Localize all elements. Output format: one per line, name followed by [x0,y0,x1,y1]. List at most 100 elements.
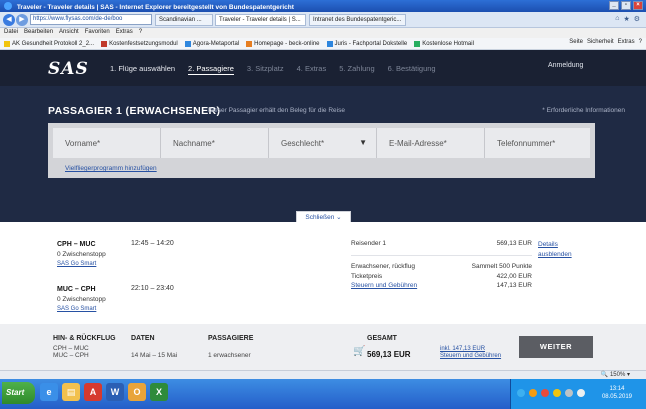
favorite-ak-gesundheit[interactable]: AK Gesundheit Protokoll 2_2... [4,40,94,47]
home-icon[interactable]: ⌂ [615,15,619,23]
flight-2-route: MUC – CPH [57,286,96,293]
favorites-bar: AK Gesundheit Protokoll 2_2... Kostenfes… [0,38,646,50]
page-icon [414,40,421,47]
page-icon [326,40,333,47]
status-bar: 🔍 150% ▾ [0,370,646,379]
explorer-taskbar-icon[interactable]: ▤ [62,383,80,401]
menu-extras[interactable]: Extras [116,29,133,37]
traveler-label: Reisender 1 [351,240,387,247]
volume-icon[interactable] [577,389,585,397]
chevron-down-icon: ⌄ [336,214,342,221]
windows-taskbar: Start e ▤ A W O X 13:14 08.05.2019 [0,379,646,409]
maximize-button[interactable]: ▫ [621,1,631,10]
menu-bearbeiten[interactable]: Bearbeiten [24,29,53,37]
summary-taxes-link[interactable]: Steuern und Gebühren [440,353,501,359]
page-icon [246,40,253,47]
network-icon[interactable] [517,389,525,397]
next-button[interactable]: WEITER [519,336,593,358]
passenger-subtitle: Dieser Passagier erhält den Beleg für di… [208,107,345,114]
menu-bar: Datei Bearbeiten Ansicht Favoriten Extra… [0,28,646,38]
traveler-amount: 569,13 EUR [496,240,532,247]
lastname-field[interactable]: Nachname* [161,128,269,158]
booking-summary: HIN- & RÜCKFLUG CPH – MUC MUC – CPH DATE… [0,324,646,370]
excel-taskbar-icon[interactable]: X [150,383,168,401]
dates-header: DATEN [131,335,155,342]
clock-date: 08.05.2019 [601,394,632,400]
favorites-star-icon[interactable]: ★ [623,15,629,23]
command-extras[interactable]: Extras [618,39,635,45]
trip-line-1: CPH – MUC [53,345,89,352]
tab-scandinavian[interactable]: Scandinavian ... [155,14,213,26]
menu-datei[interactable]: Datei [4,29,18,37]
forward-button[interactable]: ▶ [16,14,28,26]
ie-logo-icon [4,2,12,10]
menu-help[interactable]: ? [139,29,142,37]
display-icon[interactable] [565,389,573,397]
step-seat: 3. Sitzplatz [246,64,284,73]
url-input[interactable]: https://www.flysas.com/de-de/boo [30,14,152,25]
clock-time: 13:14 [609,386,625,392]
firstname-field[interactable]: Vorname* [53,128,161,158]
help-icon[interactable]: ? [639,39,642,45]
ticket-amount: 422,00 EUR [496,273,532,280]
taxes-link[interactable]: Steuern und Gebühren [351,282,417,289]
back-button[interactable]: ◀ [3,14,15,26]
flight-2-fare-link[interactable]: SAS Go Smart [57,306,96,312]
favorite-hotmail[interactable]: Kostenlose Hotmail [414,40,474,47]
page-icon [184,40,191,47]
incl-taxes-link[interactable]: inkl. 147,13 EUR [440,346,485,352]
step-flights[interactable]: 1. Flüge auswählen [110,64,175,75]
details-hide-link[interactable]: Details ausblenden [538,240,578,260]
system-tray: 13:14 08.05.2019 [510,379,646,409]
sas-logo[interactable]: SAS [48,59,89,79]
adult-return-label: Erwachsener, rückflug [351,263,415,270]
update-icon[interactable] [529,389,537,397]
close-window-button[interactable]: × [633,1,643,10]
window-title: Traveler - Traveler details | SAS - Inte… [16,4,294,11]
folder-icon [4,40,10,47]
login-link[interactable]: Anmeldung [548,62,583,69]
menu-favoriten[interactable]: Favoriten [85,29,110,37]
total-value: 569,13 EUR [367,350,411,359]
add-frequent-flyer-link[interactable]: Vielfliegerprogramm hinzufügen [65,165,157,172]
trip-header: HIN- & RÜCKFLUG [53,335,116,342]
sas-header: SAS 1. Flüge auswählen 2. Passagiere 3. … [0,50,646,86]
gender-label: Geschlecht* [281,139,325,148]
favorite-juris[interactable]: Juris - Fachportal Dokstelle [326,40,407,47]
tab-intranet[interactable]: Intranet des Bundespatentgeric... [309,14,406,26]
phone-field[interactable]: Telefonnummer* [485,128,590,158]
favorite-agora[interactable]: Agora-Metaportal [184,40,239,47]
command-bar: Seite Sicherheit Extras ? [565,39,642,45]
email-field[interactable]: E-Mail-Adresse* [377,128,485,158]
passengers-header: PASSAGIERE [208,335,254,342]
command-sicherheit[interactable]: Sicherheit [587,39,614,45]
price-divider [351,255,532,256]
notification-icon[interactable] [553,389,561,397]
tab-traveler-details[interactable]: Traveler - Traveler details | S... [215,14,306,26]
word-taskbar-icon[interactable]: W [106,383,124,401]
ie-taskbar-icon[interactable]: e [40,383,58,401]
start-button[interactable]: Start [2,382,35,404]
security-icon[interactable] [541,389,549,397]
minimize-button[interactable]: _ [609,1,619,10]
step-passengers[interactable]: 2. Passagiere [188,64,234,75]
flight-2-stops: 0 Zwischenstopp [57,296,106,303]
flight-1-stops: 0 Zwischenstopp [57,251,106,258]
menu-ansicht[interactable]: Ansicht [59,29,79,37]
passenger-panel: PASSAGIER 1 (ERWACHSENER) Dieser Passagi… [0,86,646,222]
ticket-label: Ticketpreis [351,273,383,280]
settings-gear-icon[interactable]: ⚙ [634,15,640,23]
page-icon [101,40,108,47]
gender-select[interactable]: Geschlecht* ▼ [269,128,377,158]
pdf-taskbar-icon[interactable]: A [84,383,102,401]
dates-value: 14 Mai – 15 Mai [131,352,178,359]
passenger-title: PASSAGIER 1 (ERWACHSENER) [48,105,221,117]
outlook-taskbar-icon[interactable]: O [128,383,146,401]
total-header: GESAMT [367,335,397,342]
command-seite[interactable]: Seite [569,39,583,45]
clock[interactable]: 13:14 08.05.2019 [602,385,632,401]
flight-1-fare-link[interactable]: SAS Go Smart [57,261,96,267]
favorite-beck-online[interactable]: Homepage - beck-online [246,40,320,47]
favorite-kostenfestsetzung[interactable]: Kostenfestsetzungsmodul [101,40,178,47]
zoom-level[interactable]: 🔍 150% ▾ [601,371,630,378]
